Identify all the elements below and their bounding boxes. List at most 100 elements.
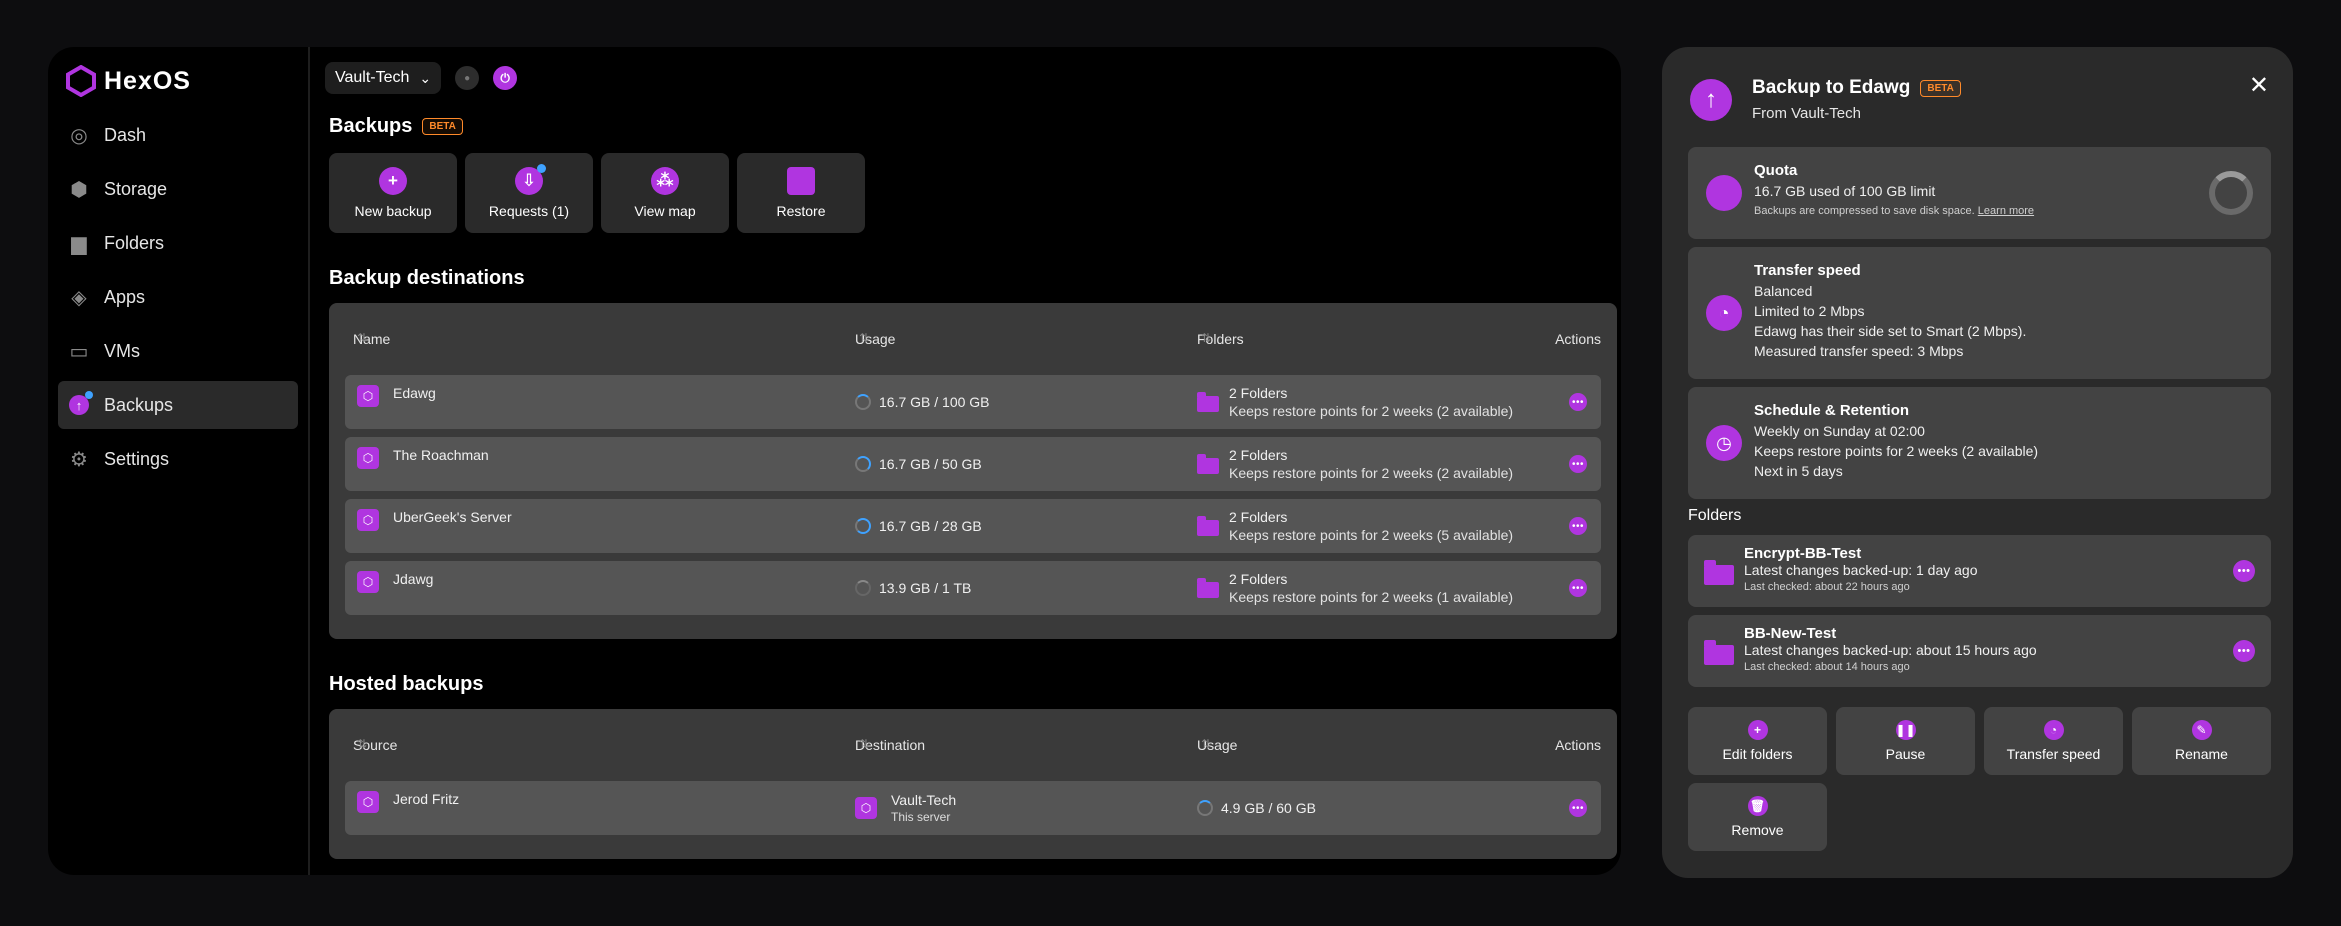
rename-button[interactable]: ✎ Rename <box>2132 707 2271 775</box>
column-header-actions: Actions <box>1555 331 1601 347</box>
transfer-speed-button[interactable]: ◔ Transfer speed <box>1984 707 2123 775</box>
chevron-down-icon: ⌄ <box>419 69 432 86</box>
destination-name: Edawg <box>393 385 436 401</box>
sidebar-item-folders[interactable]: ▆ Folders <box>58 219 298 267</box>
transfer-mode: Balanced <box>1754 283 1813 299</box>
more-options-button[interactable]: ••• <box>2233 560 2255 582</box>
sidebar-item-dash[interactable]: ◎ Dash <box>58 111 298 159</box>
restore-button[interactable]: Restore <box>737 153 865 233</box>
destinations-table: Name ⇅ Usage ⇅ Folders ⇅ Actions ⬡ Edawg 16.… <box>329 303 1617 639</box>
folder-checked: Last checked: about 14 hours ago <box>1744 661 1910 673</box>
new-backup-button[interactable]: + New backup <box>329 153 457 233</box>
sidebar-item-label: Settings <box>104 448 170 469</box>
more-options-button[interactable]: ••• <box>1569 799 1587 817</box>
table-header: Source ⇅ Destination ⇅ Usage ⇅ Actions <box>353 737 1601 753</box>
quota-note: Backups are compressed to save disk spac… <box>1754 205 1975 217</box>
folder-icon <box>1197 454 1219 474</box>
transfer-speed-card: ◔ Transfer speed Balanced Limited to 2 M… <box>1688 247 2271 379</box>
close-icon[interactable]: ✕ <box>2249 71 2269 100</box>
column-header-actions: Actions <box>1555 737 1601 753</box>
sort-icon: ⇅ <box>1201 737 1212 751</box>
upload-icon: ↑ <box>1690 78 1732 121</box>
table-row[interactable]: ⬡ UberGeek's Server 16.7 GB / 28 GB 2 Fol… <box>345 499 1601 553</box>
section-title: Hosted backups <box>329 673 483 696</box>
sort-icon: ⇅ <box>357 331 368 345</box>
edit-folders-button[interactable]: + Edit folders <box>1688 707 1827 775</box>
section-title-text: Hosted backups <box>329 673 484 695</box>
usage-value: 16.7 GB / 28 GB <box>879 518 982 534</box>
more-options-button[interactable]: ••• <box>1569 455 1587 473</box>
map-icon: ⁂ <box>651 167 679 195</box>
page-title-text: Backups <box>329 115 413 137</box>
button-label: Rename <box>2175 746 2228 762</box>
server-hex-icon: ⬡ <box>357 509 379 531</box>
table-row[interactable]: ⬡ Jdawg 13.9 GB / 1 TB 2 Folders Keeps res… <box>345 561 1601 615</box>
transfer-limit: Limited to 2 Mbps <box>1754 303 1865 319</box>
folder-count: 2 Folders <box>1229 385 1288 401</box>
server-select[interactable]: Vault-Tech ⌄ <box>325 62 442 94</box>
button-label: Pause <box>1885 746 1926 762</box>
destination-name: The Roachman <box>393 447 489 463</box>
section-title: Backup destinations <box>329 267 525 290</box>
server-name: Vault-Tech <box>335 69 410 86</box>
remove-button[interactable]: 🗑 Remove <box>1688 783 1827 851</box>
folder-changes: Latest changes backed-up: about 15 hours… <box>1744 642 2037 658</box>
speed-icon: ◔ <box>1706 295 1742 331</box>
folder-name: Encrypt-BB-Test <box>1744 545 1862 562</box>
brand-name: HexOS <box>104 66 191 95</box>
notification-dot <box>85 391 93 399</box>
sidebar-item-label: Backups <box>104 394 174 415</box>
usage-ring-icon <box>1197 800 1213 816</box>
sidebar-item-backups[interactable]: ↑ Backups <box>58 381 298 429</box>
table-row[interactable]: ⬡ Edawg 16.7 GB / 100 GB 2 Folders Keeps r… <box>345 375 1601 429</box>
requests-button[interactable]: ⇩ Requests (1) <box>465 153 593 233</box>
folder-card[interactable]: BB-New-Test Latest changes backed-up: ab… <box>1688 615 2271 687</box>
more-options-button[interactable]: ••• <box>1569 393 1587 411</box>
source-name: Jerod Fritz <box>393 791 460 807</box>
folder-icon <box>1197 392 1219 412</box>
backup-actions: + New backup ⇩ Requests (1) ⁂ View map R… <box>329 153 865 233</box>
power-icon[interactable]: ⏻ <box>493 66 518 90</box>
backup-icon: ↑ <box>68 391 93 416</box>
folder-icon <box>1704 560 1734 585</box>
folder-count: 2 Folders <box>1229 447 1288 463</box>
usage-value: 16.7 GB / 50 GB <box>879 456 982 472</box>
logo: HexOS <box>66 64 191 98</box>
more-options-button[interactable]: ••• <box>1569 579 1587 597</box>
beta-badge: BETA <box>422 118 463 135</box>
schedule-card: ◷ Schedule & Retention Weekly on Sunday … <box>1688 387 2271 499</box>
rename-icon: ✎ <box>2191 720 2212 740</box>
folders-heading: Folders <box>1688 507 1742 524</box>
sidebar-item-label: Dash <box>104 124 147 145</box>
more-options-button[interactable]: ••• <box>2233 640 2255 662</box>
folder-checked: Last checked: about 22 hours ago <box>1744 581 1910 593</box>
card-title: Quota <box>1754 162 1798 179</box>
drawer-header: ↑ Backup to Edawg BETA From Vault-Tech <box>1690 77 1961 122</box>
usage-value: 4.9 GB / 60 GB <box>1221 800 1316 816</box>
sidebar-item-label: Storage <box>104 178 168 199</box>
sidebar-item-settings[interactable]: ⚙ Settings <box>58 435 298 483</box>
table-row[interactable]: ⬡ The Roachman 16.7 GB / 50 GB 2 Folders K… <box>345 437 1601 491</box>
sidebar-item-apps[interactable]: ◈ Apps <box>58 273 298 321</box>
table-header: Name ⇅ Usage ⇅ Folders ⇅ Actions <box>353 331 1601 347</box>
folder-card[interactable]: Encrypt-BB-Test Latest changes backed-up… <box>1688 535 2271 607</box>
sidebar-item-vms[interactable]: ▭ VMs <box>58 327 298 375</box>
table-row[interactable]: ⬡ Jerod Fritz ⬡ Vault-Tech This server 4.9 … <box>345 781 1601 835</box>
pause-button[interactable]: ❚❚ Pause <box>1836 707 1975 775</box>
notification-dot <box>537 164 546 173</box>
beta-badge: BETA <box>1920 79 1961 97</box>
retention-text: Keeps restore points for 2 weeks (1 avai… <box>1229 589 1514 605</box>
quota-card: Quota 16.7 GB used of 100 GB limit Backu… <box>1688 147 2271 239</box>
sort-icon: ⇅ <box>859 331 870 345</box>
view-map-button[interactable]: ⁂ View map <box>601 153 729 233</box>
more-options-button[interactable]: ••• <box>1569 517 1587 535</box>
status-icon[interactable]: ● <box>455 66 480 90</box>
usage-ring-icon <box>855 580 871 596</box>
folder-icon <box>1197 578 1219 598</box>
apps-icon: ◈ <box>71 286 87 309</box>
sidebar-item-label: VMs <box>104 340 140 361</box>
learn-more-link[interactable]: Learn more <box>1978 205 2034 217</box>
usage-ring-icon <box>855 394 871 410</box>
sidebar-item-storage[interactable]: ⬢ Storage <box>58 165 298 213</box>
sort-icon: ⇅ <box>1201 331 1212 345</box>
